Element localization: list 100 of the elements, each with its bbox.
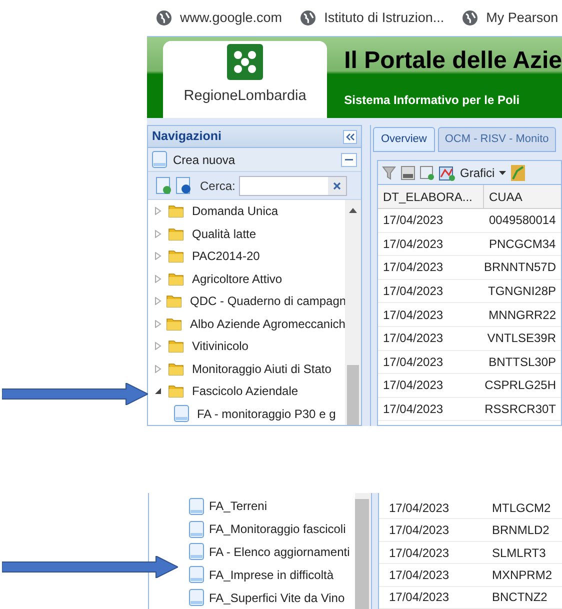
tree-item[interactable]: Monitoraggio Aiuti di Stato [192,360,332,378]
globe-icon [300,10,316,26]
splitter-bar[interactable] [371,493,379,609]
collapsed-triangle-icon[interactable] [154,274,164,283]
minus-icon [345,158,353,160]
table-cell-text: BNCTNZ2 [491,589,548,606]
tree-item[interactable]: Agricoltore Attivo [192,270,282,288]
tree-item[interactable]: FA_Superfici Vite da Vino [209,588,345,607]
info-document-icon[interactable] [176,176,192,194]
table-cell-text: SLMLRT3 [491,544,547,562]
table-cell-text: VNTLSE39R [486,330,557,348]
table-cell-text: 17/04/2023 [382,283,444,300]
table-cell-text: 17/04/2023 [382,306,444,324]
document-icon [189,589,204,606]
tree-item[interactable]: Qualità latte [192,224,256,243]
table-cell-text: 17/04/2023 [382,354,444,371]
tab[interactable]: Overview [373,127,435,152]
table-cell-text: MTLGCM2 [491,500,552,517]
portal-subtitle: Sistema Informativo per le Poli [344,92,521,109]
table-cell-text: 17/04/2023 [382,259,444,276]
tree-item[interactable]: Domanda Unica [192,202,278,220]
tree-item[interactable]: FA_Imprese in difficoltà [209,566,334,584]
tree-item[interactable]: Fascicolo Aziendale [192,382,298,400]
folder-icon [168,339,184,354]
table-cell-text: MNNGRR22 [488,306,557,324]
search-field[interactable] [239,176,348,196]
table-cell-text: 0049580014 [488,212,557,230]
bookmark-link[interactable]: My Pearson [486,8,558,28]
map-icon[interactable] [510,164,525,180]
collapsed-triangle-icon[interactable] [154,230,164,238]
folder-icon [168,362,184,376]
table-cell-text: 17/04/2023 [382,330,444,348]
scrollbar[interactable] [345,200,361,425]
column-header[interactable]: CUAA [484,185,561,208]
tree-item[interactable]: FA - Elenco aggiornamenti [209,542,350,561]
tree-item[interactable]: FA - monitoraggio P30 e g [197,404,336,423]
globe-icon [156,10,172,26]
table-icon[interactable] [401,166,415,180]
column-header[interactable]: DT_ELABORA... [378,185,484,208]
double-chevron-icon [346,132,354,140]
collapsed-triangle-icon[interactable] [154,207,164,216]
collapsed-triangle-icon[interactable] [154,297,162,306]
document-icon [174,405,189,422]
portal-title: Il Portale delle Azie [344,46,562,76]
table-cell-text: 17/04/2023 [382,377,444,394]
bookmark-link[interactable]: www.google.com [180,8,282,28]
tree-item[interactable]: FA_Terreni [209,497,268,516]
table-cell-text: 17/04/2023 [388,589,450,606]
search-label: Cerca: [200,178,236,194]
table-cell-text: MXNPRM2 [491,566,554,584]
scrollbar-thumb[interactable] [355,499,369,609]
collapsed-triangle-icon[interactable] [154,364,164,373]
table-cell-text: 17/04/2023 [388,566,450,584]
table-cell-text: BRNMLD2 [491,522,550,540]
tree-item[interactable]: QDC - Quaderno di campagn [190,292,345,310]
add-table-icon[interactable] [420,166,434,180]
document-icon [189,543,204,560]
folder-icon [166,294,182,308]
globe-icon [462,10,478,26]
expanded-triangle-icon[interactable] [154,387,164,396]
charts-dropdown[interactable]: Grafici [460,164,506,182]
logo-icon [227,44,264,80]
document-icon [189,498,204,515]
collapsed-triangle-icon[interactable] [154,342,164,350]
table-cell-text: 17/04/2023 [388,500,450,517]
minimize-button[interactable] [341,152,357,166]
document-icon [189,566,204,584]
collapse-button[interactable] [343,130,357,144]
table-cell-text: 17/04/2023 [382,236,444,253]
table-cell-text: 17/04/2023 [382,401,444,418]
tree-item[interactable]: Vitivinicolo [192,337,248,356]
caret-icon [498,170,506,174]
document-icon [152,151,167,168]
table-cell-text: CSPRLG25H [484,377,557,394]
folder-icon [168,384,184,398]
scrollbar[interactable] [355,493,371,609]
document-icon [189,520,204,538]
collapsed-triangle-icon[interactable] [154,320,162,328]
folder-icon [168,272,184,286]
table-cell-text: TGNGNI28P [486,283,557,300]
clear-icon[interactable] [328,176,346,194]
folder-icon [166,316,182,331]
collapsed-triangle-icon[interactable] [154,252,164,260]
tree-item[interactable]: Albo Aziende Agromeccanich [190,314,345,333]
tree-item[interactable]: FA_Monitoraggio fascicoli [209,520,346,538]
table-cell-text: 17/04/2023 [388,544,450,562]
chart-icon[interactable] [439,164,455,180]
folder-icon [168,226,184,241]
panel-title: Navigazioni [152,128,222,146]
table-cell-text: 17/04/2023 [382,212,444,230]
tree-item[interactable]: PAC2014-20 [192,247,260,266]
scroll-up-icon[interactable] [349,208,357,213]
scrollbar-thumb[interactable] [347,365,359,425]
bookmark-link[interactable]: Istituto di Istruzion... [324,8,444,28]
tab[interactable]: OCM - RISV - Monito [438,127,556,152]
add-document-icon[interactable] [156,176,172,194]
filter-icon[interactable] [382,166,396,180]
table-cell-text: PNCGCM34 [488,236,557,253]
table-cell-text: RSSRCR30T [484,401,557,418]
folder-icon [168,249,184,264]
